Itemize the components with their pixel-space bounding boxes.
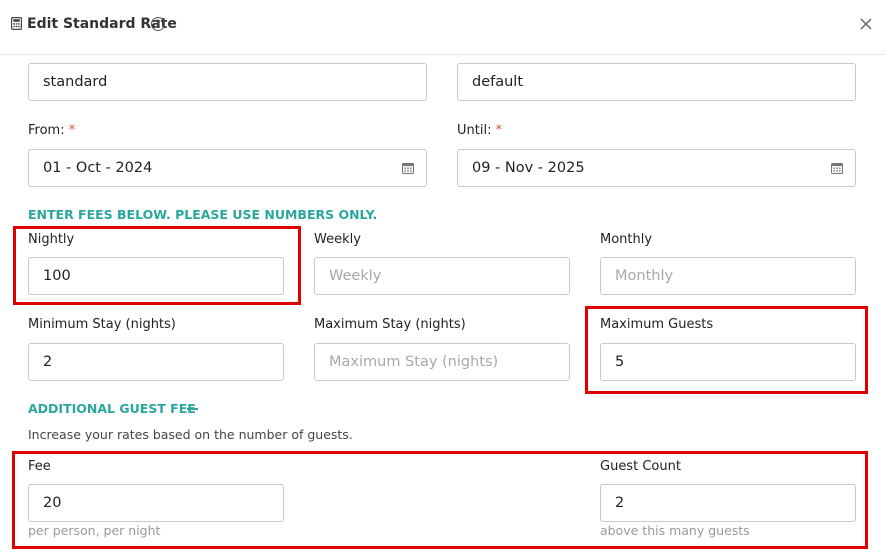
calculator-icon [11,17,22,30]
nightly-highlight-box [13,226,301,305]
monthly-label: Monthly [600,232,653,247]
max-stay-input[interactable] [314,343,570,381]
min-stay-input[interactable] [28,343,284,381]
from-date-input[interactable] [28,149,427,187]
rate-type-input[interactable] [457,63,856,101]
calendar-icon[interactable] [831,162,843,174]
weekly-input[interactable] [314,257,570,295]
until-date-input[interactable] [457,149,856,187]
close-icon[interactable] [859,17,873,31]
max-stay-label: Maximum Stay (nights) [314,317,466,332]
collapse-minus-icon[interactable] [187,408,198,410]
modal-header: Edit Standard Rate ? [0,0,886,55]
monthly-input[interactable] [600,257,856,295]
help-icon[interactable]: ? [151,17,165,31]
from-label: From: * [28,123,76,138]
guest-fee-section-title: ADDITIONAL GUEST FEE [28,401,196,416]
max-guests-highlight-box [585,306,868,394]
required-mark: * [68,123,76,138]
min-stay-label: Minimum Stay (nights) [28,317,176,332]
rate-name-input[interactable] [28,63,427,101]
fees-section-title: ENTER FEES BELOW. PLEASE USE NUMBERS ONL… [28,207,378,222]
guest-fee-help-text: Increase your rates based on the number … [28,427,353,442]
guest-fee-highlight-box [12,451,868,549]
calendar-icon[interactable] [402,162,414,174]
until-label: Until: * [457,123,503,138]
weekly-label: Weekly [314,232,361,247]
required-mark: * [495,123,503,138]
